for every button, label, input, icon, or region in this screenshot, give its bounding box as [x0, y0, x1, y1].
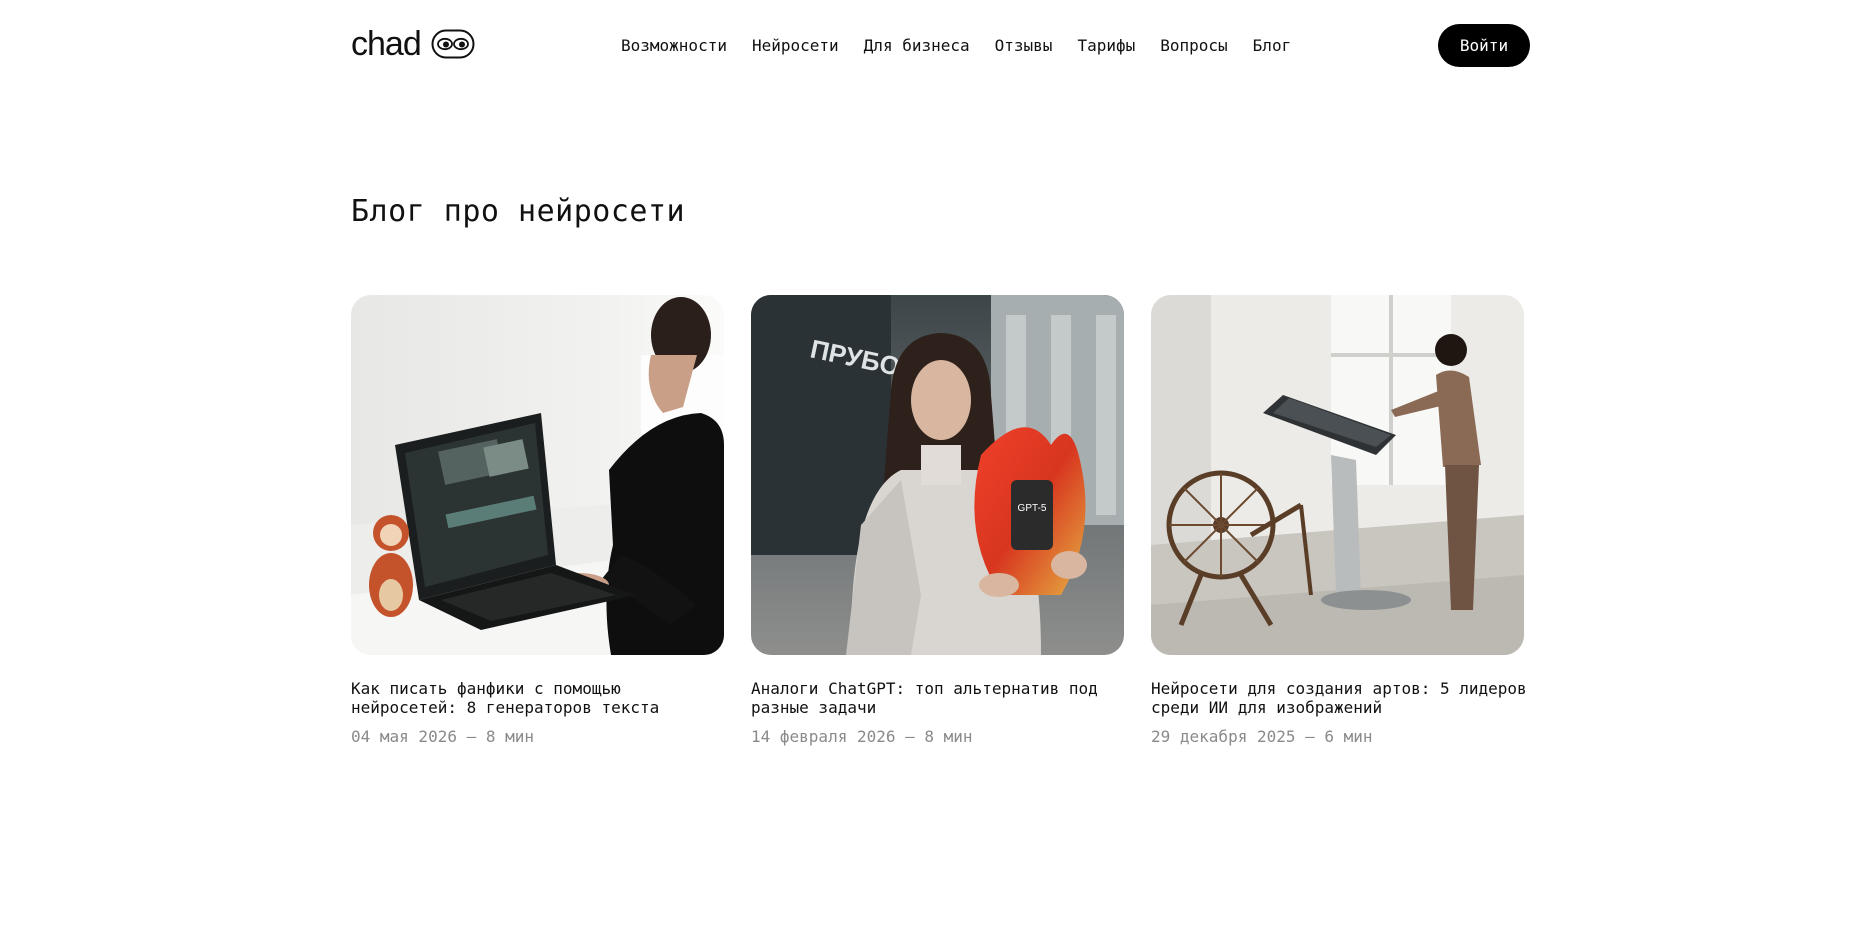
logo-text: chad: [351, 25, 422, 63]
login-button[interactable]: Войти: [1438, 24, 1530, 67]
main-nav: Возможности Нейросети Для бизнеса Отзывы…: [621, 34, 1291, 58]
blog-card-meta: 29 декабря 2025 — 6 мин: [1151, 727, 1373, 746]
photo-laptop-woman: [351, 295, 724, 655]
blog-card-title[interactable]: Аналоги ChatGPT: топ альтернатив под раз…: [751, 679, 1131, 717]
nav-link-faq[interactable]: Вопросы: [1160, 34, 1227, 58]
logo-link[interactable]: chad: [351, 24, 475, 64]
blog-card-meta: 14 февраля 2026 — 8 мин: [751, 727, 973, 746]
blog-card-image[interactable]: [1151, 295, 1524, 655]
site-header: chad Возможности Нейросети Для бизнеса О…: [0, 0, 1853, 92]
blog-card-image[interactable]: [351, 295, 724, 655]
eyes-logo-icon: [431, 29, 475, 59]
blog-card-chatgpt-alternatives[interactable]: ПРУБОЛЬ GPT-5 Аналоги ChatGPT: топ альте…: [751, 295, 1124, 747]
blog-card-meta: 04 мая 2026 — 8 мин: [351, 727, 535, 746]
blog-card-art-generators[interactable]: Нейросети для создания артов: 5 лидеров …: [1151, 295, 1527, 747]
page-title: Блог про нейросети: [351, 194, 686, 229]
nav-link-blog[interactable]: Блог: [1253, 34, 1292, 58]
photo-woman-trophy: ПРУБОЛЬ GPT-5: [751, 295, 1124, 655]
nav-link-neural-networks[interactable]: Нейросети: [752, 34, 839, 58]
blog-card-title[interactable]: Как писать фанфики с помощью нейросетей:…: [351, 679, 731, 717]
nav-link-reviews[interactable]: Отзывы: [995, 34, 1053, 58]
blog-card-image[interactable]: ПРУБОЛЬ GPT-5: [751, 295, 1124, 655]
blog-card-title[interactable]: Нейросети для создания артов: 5 лидеров …: [1151, 679, 1531, 717]
nav-link-features[interactable]: Возможности: [621, 34, 727, 58]
photo-woman-tablet-spinning-wheel: [1151, 295, 1524, 655]
blog-card-fanfic[interactable]: Как писать фанфики с помощью нейросетей:…: [351, 295, 724, 747]
nav-link-pricing[interactable]: Тарифы: [1077, 34, 1135, 58]
trophy-label: GPT-5: [1018, 503, 1047, 514]
page: chad Возможности Нейросети Для бизнеса О…: [0, 0, 1853, 927]
nav-link-business[interactable]: Для бизнеса: [864, 34, 970, 58]
